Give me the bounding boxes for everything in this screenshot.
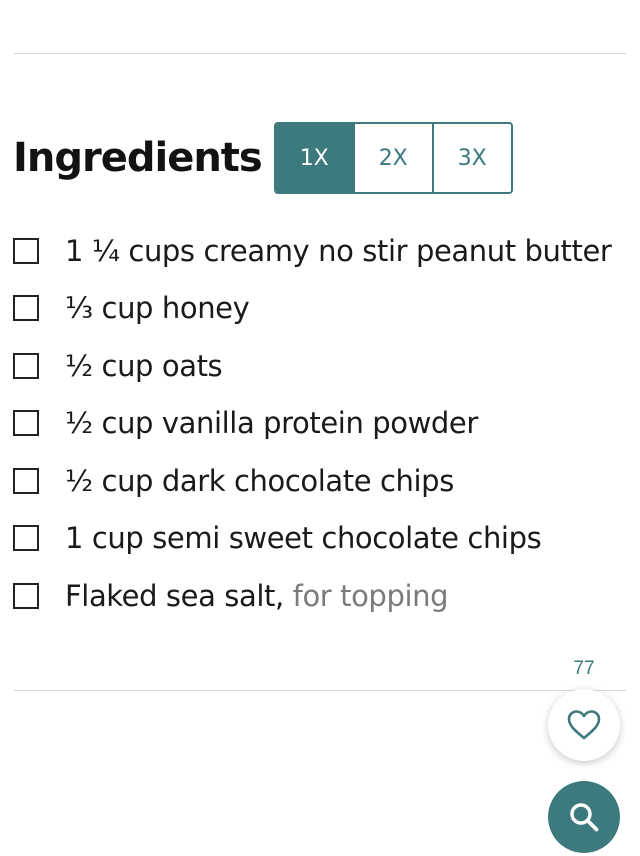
ingredient-text: ½ cup dark chocolate chips (65, 463, 454, 498)
ingredient-text: 1 cup semi sweet chocolate chips (65, 521, 542, 556)
ingredient-checkbox[interactable] (13, 295, 39, 322)
recipe-ingredients-section: Ingredients 1X 2X 3X 1 ¼ cups creamy no … (0, 0, 640, 856)
ingredient-text: 1 ¼ cups creamy no stir peanut butter (65, 233, 612, 268)
ingredient-item: 1 cup semi sweet chocolate chips (13, 510, 611, 568)
ingredient-item: ½ cup vanilla protein powder (13, 395, 611, 453)
search-button[interactable] (548, 781, 620, 853)
ingredients-heading: Ingredients (13, 135, 263, 181)
like-count: 77 (573, 658, 595, 679)
ingredient-item: 1 ¼ cups creamy no stir peanut butter (13, 222, 612, 280)
scale-1x-button[interactable]: 1X (275, 124, 353, 192)
ingredient-checkbox[interactable] (13, 410, 39, 437)
ingredient-item: ⅓ cup honey (13, 280, 611, 338)
like-button[interactable] (548, 689, 620, 761)
scale-2x-button[interactable]: 2X (352, 124, 432, 192)
ingredients-header: Ingredients 1X 2X 3X (13, 121, 513, 195)
top-divider (14, 53, 626, 54)
ingredient-checkbox[interactable] (13, 582, 39, 609)
bottom-divider (14, 690, 626, 691)
servings-scale-toggle: 1X 2X 3X (273, 122, 513, 194)
ingredient-checkbox[interactable] (13, 467, 39, 494)
ingredient-item: ½ cup oats (13, 337, 611, 395)
ingredient-text: ½ cup oats (65, 348, 223, 383)
ingredient-checkbox[interactable] (13, 237, 39, 264)
search-icon (570, 803, 599, 832)
ingredient-checkbox[interactable] (13, 352, 39, 379)
heart-icon (567, 710, 601, 740)
ingredient-note: for topping (283, 578, 449, 613)
ingredient-text: Flaked sea salt, for topping (65, 578, 449, 613)
ingredient-item: Flaked sea salt, for topping (13, 567, 611, 625)
ingredient-text: ⅓ cup honey (65, 291, 250, 326)
ingredient-list: 1 ¼ cups creamy no stir peanut butter ⅓ … (13, 222, 612, 625)
scale-3x-button[interactable]: 3X (431, 124, 511, 192)
ingredient-checkbox[interactable] (13, 525, 39, 552)
ingredient-item: ½ cup dark chocolate chips (13, 452, 611, 510)
ingredient-text: ½ cup vanilla protein powder (65, 406, 478, 441)
